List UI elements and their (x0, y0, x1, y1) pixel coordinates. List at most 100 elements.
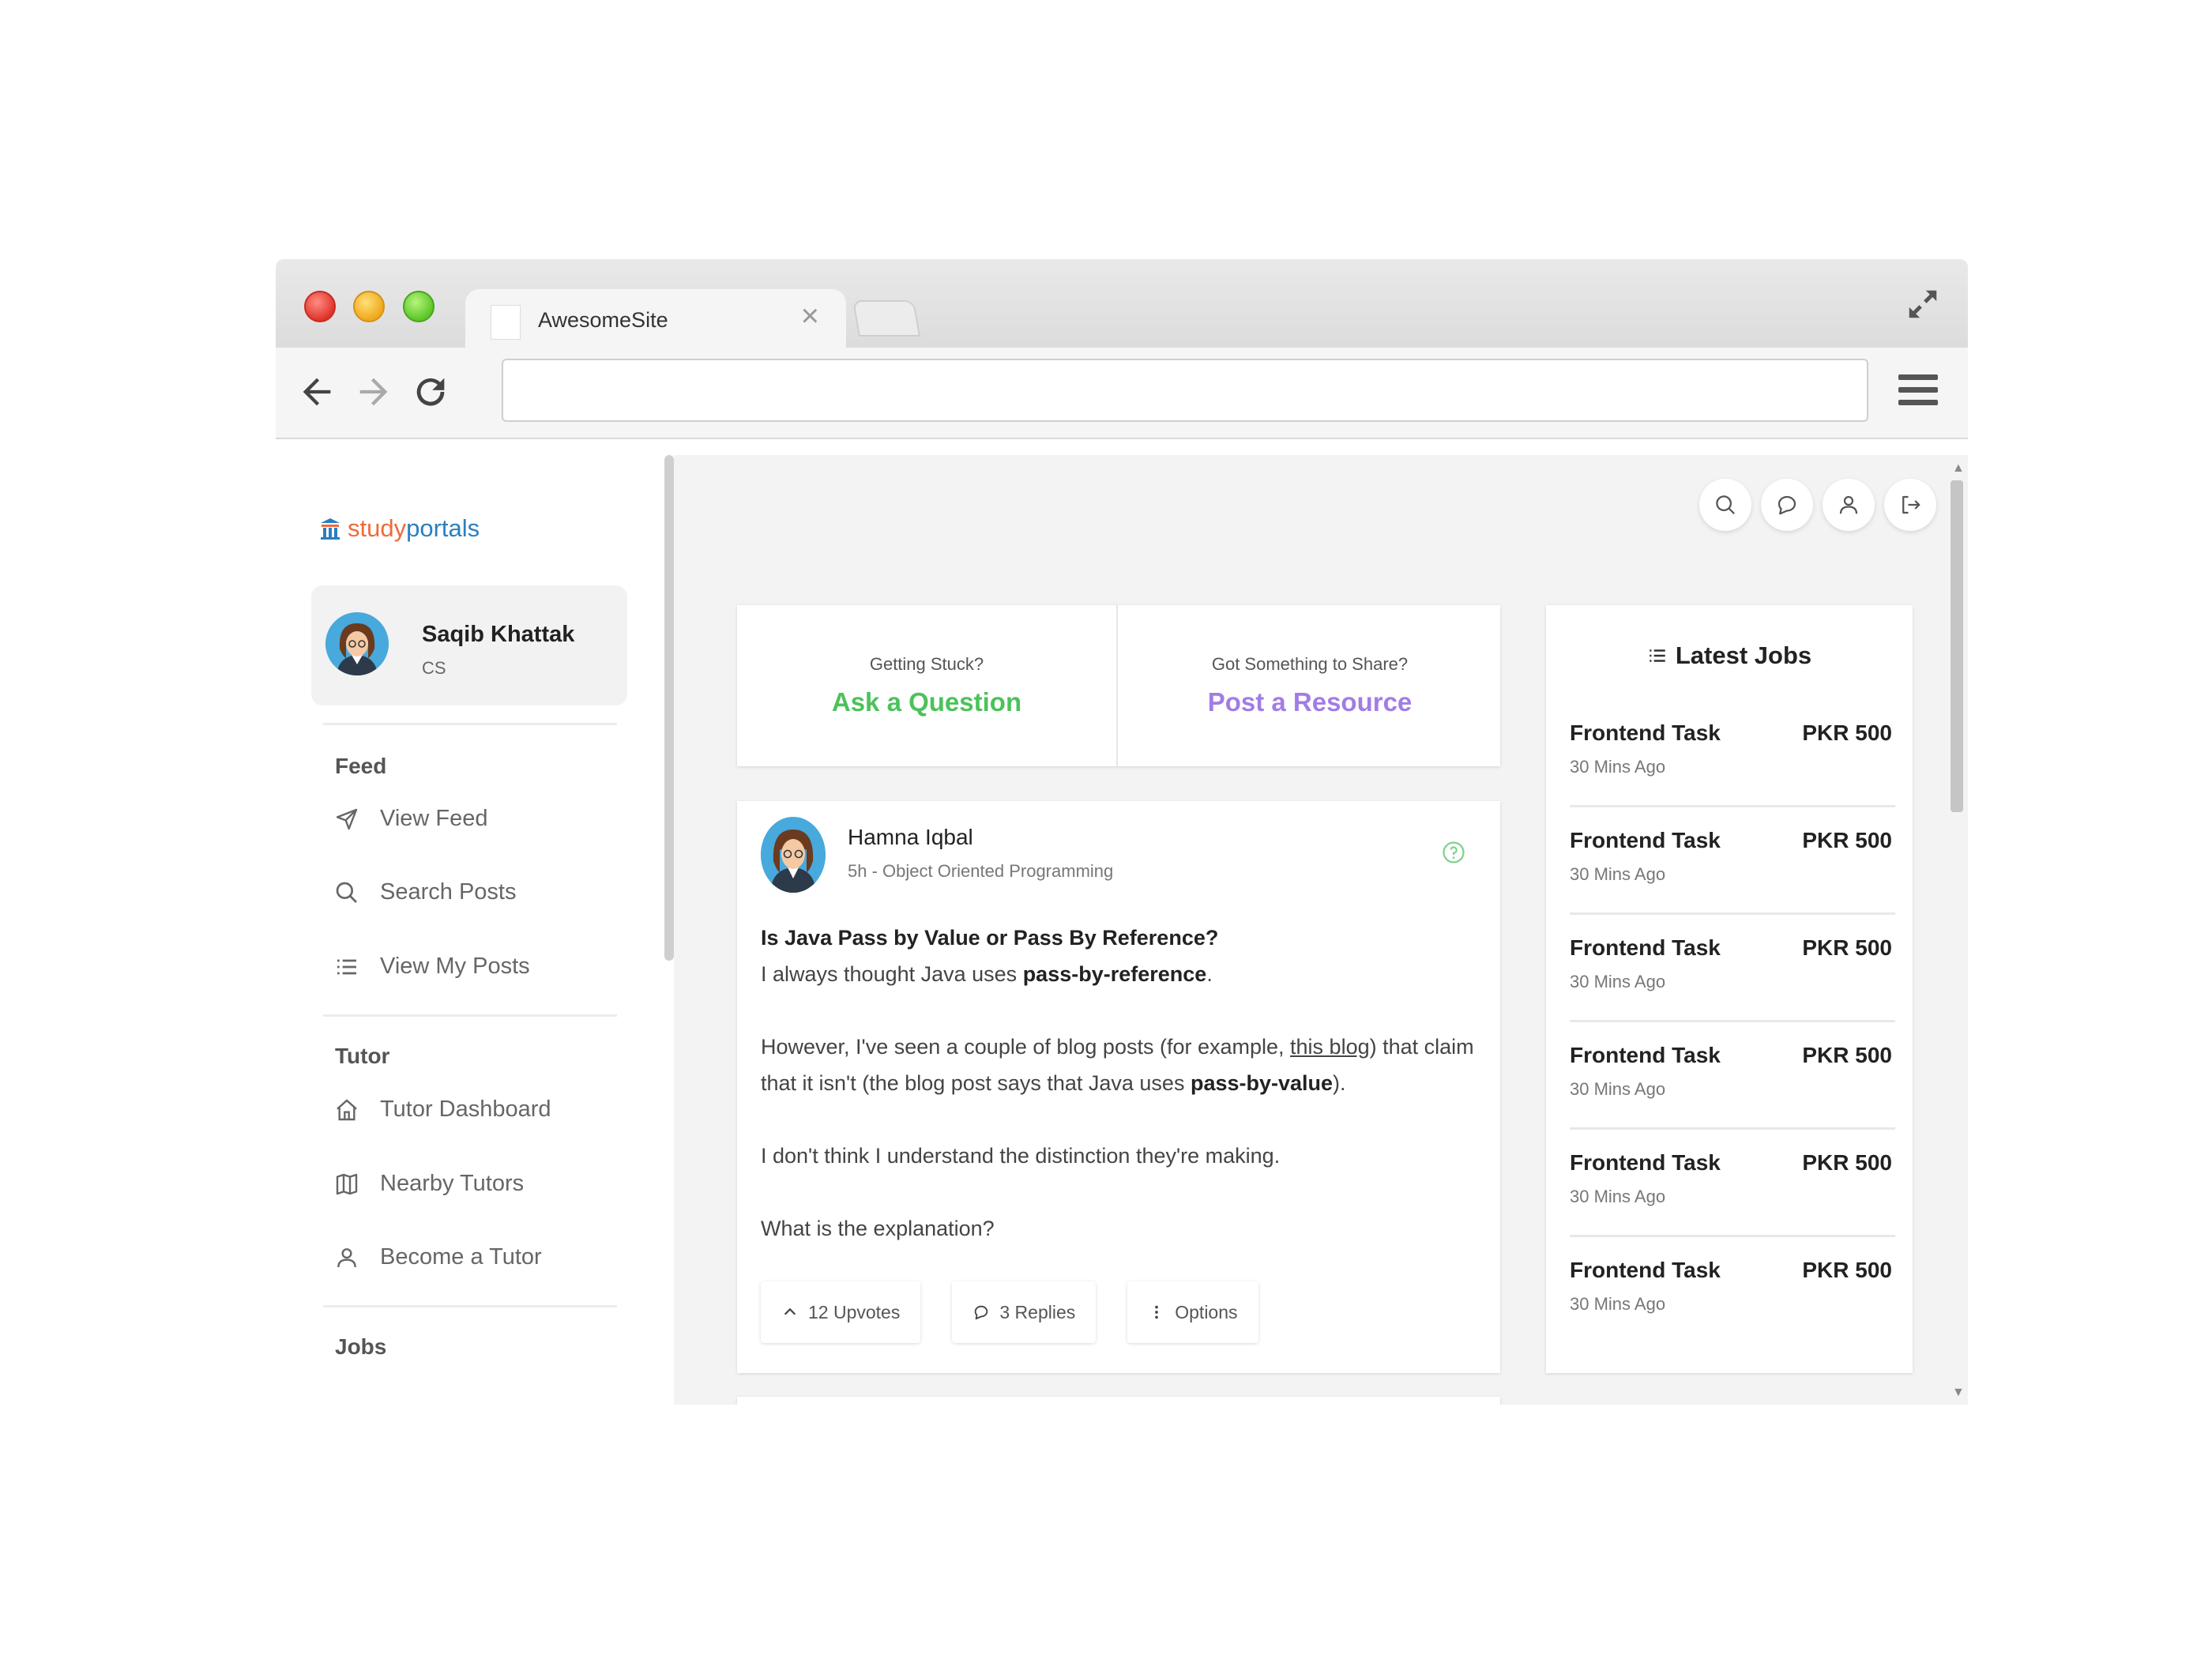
address-bar[interactable] (502, 359, 1868, 422)
main-scrollbar[interactable]: ▲ ▼ (1944, 455, 1968, 1405)
search-icon (336, 882, 357, 903)
maximize-window-button[interactable] (403, 291, 434, 322)
post-resource-link[interactable]: Post a Resource (1119, 687, 1500, 717)
job-price: PKR 500 (1802, 1043, 1892, 1067)
logout-icon (1902, 495, 1920, 514)
ask-question-subtitle: Getting Stuck? (869, 654, 984, 674)
logout-button[interactable] (1884, 479, 1936, 531)
post-paragraph: I always thought Java uses pass-by-refer… (761, 962, 1213, 986)
sidebar-item-search-posts[interactable]: Search Posts (334, 879, 516, 905)
options-button[interactable]: Options (1127, 1281, 1258, 1343)
sidebar-item-label: Nearby Tutors (380, 1171, 525, 1196)
page-viewport: studyportals Saqib Khattak CS Feed View … (276, 455, 1968, 1405)
job-item[interactable]: Frontend Task 30 Mins Ago PKR 500 (1570, 915, 1895, 1022)
job-title: Frontend Task (1570, 828, 1721, 852)
post-meta: 5h - Object Oriented Programming (848, 861, 1114, 881)
browser-tab[interactable]: AwesomeSite × (465, 289, 846, 349)
browser-toolbar (276, 348, 1968, 439)
replies-button[interactable]: 3 Replies (952, 1281, 1097, 1343)
main-content: Getting Stuck? Ask a Question Got Someth… (674, 455, 1944, 1405)
sidebar-item-label: Become a Tutor (380, 1244, 542, 1270)
back-icon[interactable] (296, 371, 337, 412)
sidebar-item-tutor-dashboard[interactable]: Tutor Dashboard (334, 1097, 551, 1123)
post-resource-panel[interactable]: Got Something to Share? Post a Resource (1119, 605, 1500, 766)
reload-icon[interactable] (410, 371, 451, 412)
job-price: PKR 500 (1802, 935, 1892, 960)
job-time: 30 Mins Ago (1570, 757, 1666, 777)
forward-icon[interactable] (353, 371, 394, 412)
sidebar-scrollbar[interactable] (664, 455, 674, 961)
job-item[interactable]: Frontend Task 30 Mins Ago PKR 500 (1570, 1022, 1895, 1130)
job-item[interactable]: Frontend Task 30 Mins Ago PKR 500 (1570, 1237, 1895, 1345)
browser-menu-icon[interactable] (1898, 374, 1938, 409)
job-item[interactable]: Frontend Task 30 Mins Ago PKR 500 (1570, 1130, 1895, 1237)
user-icon (1839, 495, 1858, 514)
section-title-tutor: Tutor (335, 1044, 390, 1068)
question-icon[interactable] (1442, 841, 1465, 864)
sidebar-item-become-a-tutor[interactable]: Become a Tutor (334, 1244, 542, 1270)
job-price: PKR 500 (1802, 1150, 1892, 1175)
post-actions: 12 Upvotes 3 Replies Options (761, 1281, 1258, 1343)
job-time: 30 Mins Ago (1570, 1079, 1666, 1099)
job-item[interactable]: Frontend Task 30 Mins Ago PKR 500 (1570, 700, 1895, 807)
upvote-button[interactable]: 12 Upvotes (761, 1281, 921, 1343)
post-card: Hamna Iqbal 5h - Object Oriented Program… (737, 801, 1500, 1373)
sidebar-item-label: Search Posts (380, 879, 517, 905)
logo-portals: portals (406, 514, 480, 542)
logo-study: study (348, 514, 407, 542)
sidebar-item-label: Tutor Dashboard (380, 1097, 551, 1122)
job-time: 30 Mins Ago (1570, 864, 1666, 884)
post-body: Is Java Pass by Value or Pass By Referen… (761, 920, 1480, 1247)
browser-titlebar: AwesomeSite × (276, 259, 1968, 349)
post-paragraph: However, I've seen a couple of blog post… (761, 1035, 1474, 1095)
sidebar-item-view-my-posts[interactable]: View My Posts (334, 954, 530, 980)
scroll-down-icon[interactable]: ▼ (1952, 1386, 1965, 1400)
divider (323, 1014, 617, 1017)
post-card (737, 1397, 1500, 1405)
section-title-feed: Feed (335, 754, 387, 778)
avatar (325, 612, 389, 675)
tab-title: AwesomeSite (538, 308, 668, 332)
page-icon (491, 305, 521, 340)
scroll-up-icon[interactable]: ▲ (1952, 461, 1965, 476)
new-tab-button[interactable] (852, 300, 921, 337)
sidebar-item-view-feed[interactable]: View Feed (334, 806, 488, 832)
section-title-jobs: Jobs (335, 1334, 387, 1359)
close-tab-icon[interactable]: × (801, 300, 819, 332)
minimize-window-button[interactable] (353, 291, 385, 322)
job-title: Frontend Task (1570, 1150, 1721, 1175)
chevron-up-icon (784, 1307, 796, 1315)
post-author[interactable]: Hamna Iqbal (848, 825, 973, 850)
job-item[interactable]: Frontend Task 30 Mins Ago PKR 500 (1570, 807, 1895, 915)
divider (323, 1305, 617, 1307)
ask-question-link[interactable]: Ask a Question (737, 687, 1116, 717)
search-button[interactable] (1699, 479, 1751, 531)
more-vertical-icon (1155, 1305, 1159, 1319)
list-icon (1650, 649, 1665, 662)
user-icon (337, 1247, 356, 1267)
browser-window: AwesomeSite × studyportals Saqib Khattak… (276, 259, 1968, 1405)
profile-dept: CS (422, 658, 446, 678)
profile-name: Saqib Khattak (422, 622, 575, 647)
site-logo[interactable]: studyportals (319, 514, 480, 543)
job-title: Frontend Task (1570, 1258, 1721, 1282)
sidebar-item-nearby-tutors[interactable]: Nearby Tutors (334, 1171, 524, 1197)
chat-icon (975, 1305, 988, 1320)
profile-card[interactable]: Saqib Khattak CS (311, 585, 627, 705)
job-price: PKR 500 (1802, 828, 1892, 852)
blog-link[interactable]: this blog (1290, 1035, 1370, 1059)
close-window-button[interactable] (304, 291, 336, 322)
post-title: Is Java Pass by Value or Pass By Referen… (761, 926, 1219, 950)
job-time: 30 Mins Ago (1570, 1294, 1666, 1314)
fullscreen-icon[interactable] (1905, 286, 1941, 322)
divider (323, 723, 617, 725)
ask-question-panel[interactable]: Getting Stuck? Ask a Question (737, 605, 1118, 766)
ask-share-card: Getting Stuck? Ask a Question Got Someth… (737, 605, 1500, 766)
job-title: Frontend Task (1570, 720, 1721, 745)
messages-button[interactable] (1761, 479, 1813, 531)
scrollbar-thumb[interactable] (1951, 480, 1963, 812)
list-icon (337, 959, 356, 974)
profile-button[interactable] (1823, 479, 1875, 531)
post-paragraph: I don't think I understand the distincti… (761, 1144, 1281, 1168)
job-time: 30 Mins Ago (1570, 1187, 1666, 1206)
